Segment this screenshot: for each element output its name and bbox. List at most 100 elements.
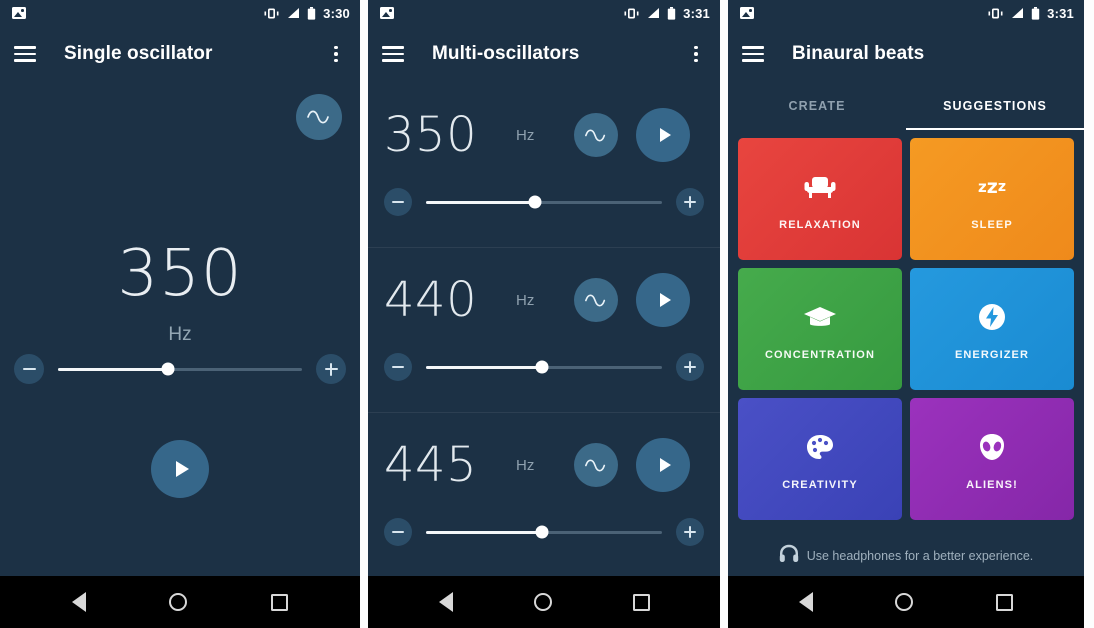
hamburger-icon[interactable] — [382, 46, 404, 62]
play-triangle — [659, 128, 671, 142]
slider-thumb[interactable] — [161, 362, 175, 376]
recents-square-icon[interactable] — [271, 593, 289, 611]
play-icon[interactable] — [151, 440, 209, 498]
card-energizer[interactable]: ENERGIZER — [910, 268, 1074, 390]
armchair-icon — [803, 167, 837, 207]
recents-square-icon[interactable] — [632, 593, 650, 611]
tab-suggestions[interactable]: SUGGESTIONS — [906, 82, 1084, 130]
frequency-unit: Hz — [516, 456, 535, 474]
hamburger-icon[interactable] — [14, 46, 36, 62]
frequency-value: 350 — [117, 237, 243, 311]
lightning-bolt-icon — [977, 297, 1007, 337]
plus-icon[interactable] — [676, 518, 704, 546]
frequency-slider[interactable] — [426, 360, 662, 374]
oscillator-row: 350 Hz — [368, 82, 720, 247]
zzz-icon: zzz — [978, 176, 1006, 198]
status-bar: 3:31 — [368, 0, 720, 26]
minus-icon[interactable] — [384, 353, 412, 381]
panel-divider — [720, 0, 728, 628]
battery-icon — [667, 6, 676, 20]
palette-icon — [805, 427, 835, 467]
slider-thumb[interactable] — [535, 360, 549, 374]
home-circle-icon[interactable] — [895, 593, 914, 611]
android-nav-bar — [728, 576, 1084, 628]
slider-fill — [426, 200, 535, 204]
status-bar-clock: 3:30 — [323, 5, 350, 21]
minus-icon[interactable] — [384, 518, 412, 546]
photo-icon — [380, 7, 394, 19]
frequency-display: 350 Hz — [0, 242, 360, 346]
status-bar-clock: 3:31 — [1047, 5, 1074, 21]
suggestions-panel: RELAXATION zzz SLEEP CONCENTRATION ENERG… — [728, 130, 1084, 580]
kebab-icon[interactable] — [326, 45, 346, 63]
page-title: Multi-oscillators — [432, 43, 580, 64]
frequency-slider[interactable] — [426, 195, 662, 209]
slider-fill — [58, 367, 168, 371]
slider-thumb[interactable] — [528, 195, 542, 209]
card-label: SLEEP — [971, 219, 1013, 231]
card-label: ALIENS! — [966, 479, 1018, 491]
status-bar-left — [12, 7, 26, 19]
frequency-unit: Hz — [168, 324, 192, 345]
recents-square-icon[interactable] — [995, 593, 1013, 611]
android-nav-bar — [0, 576, 360, 628]
headphones-hint: Use headphones for a better experience. — [738, 544, 1074, 580]
card-concentration[interactable]: CONCENTRATION — [738, 268, 902, 390]
back-triangle-icon[interactable] — [438, 592, 453, 612]
graduation-cap-icon — [803, 297, 837, 337]
play-icon[interactable] — [636, 438, 690, 492]
status-bar-right: 3:30 — [264, 6, 350, 21]
slider-thumb[interactable] — [535, 525, 549, 539]
home-circle-icon[interactable] — [533, 593, 552, 611]
card-aliens[interactable]: ALIENS! — [910, 398, 1074, 520]
card-creativity[interactable]: CREATIVITY — [738, 398, 902, 520]
tab-create[interactable]: CREATE — [728, 82, 906, 130]
card-relaxation[interactable]: RELAXATION — [738, 138, 902, 260]
minus-icon[interactable] — [14, 354, 44, 384]
card-label: ENERGIZER — [954, 349, 1030, 361]
vibrate-icon — [264, 8, 279, 18]
status-bar-clock: 3:31 — [683, 5, 710, 21]
signal-icon — [288, 8, 300, 18]
slider-fill — [426, 530, 542, 534]
plus-icon[interactable] — [316, 354, 346, 384]
screenshot-triptych: 3:30 Single oscillator 350 Hz 3:31 Multi… — [0, 0, 1094, 628]
screen-binaural-beats: 3:31 Binaural beats CREATE SUGGESTIONS R… — [728, 0, 1084, 628]
back-triangle-icon[interactable] — [799, 592, 814, 612]
home-circle-icon[interactable] — [169, 593, 188, 611]
frequency-slider-row — [0, 354, 360, 384]
frequency-slider[interactable] — [426, 525, 662, 539]
minus-icon[interactable] — [384, 188, 412, 216]
frequency-slider-row — [384, 188, 704, 216]
card-label: CREATIVITY — [782, 479, 858, 491]
frequency-slider-row — [384, 518, 704, 546]
kebab-icon[interactable] — [686, 45, 706, 63]
sine-wave-icon[interactable] — [574, 278, 618, 322]
card-label: CONCENTRATION — [764, 349, 876, 361]
frequency-unit: Hz — [516, 126, 535, 144]
page-title: Binaural beats — [792, 43, 925, 64]
card-label: RELAXATION — [779, 219, 861, 231]
back-triangle-icon[interactable] — [71, 592, 86, 612]
app-bar: Single oscillator — [0, 26, 360, 82]
play-icon[interactable] — [636, 108, 690, 162]
sine-wave-icon[interactable] — [574, 443, 618, 487]
panel-divider — [360, 0, 368, 628]
status-bar: 3:31 — [728, 0, 1084, 26]
sine-wave-icon[interactable] — [574, 113, 618, 157]
plus-icon[interactable] — [676, 353, 704, 381]
hamburger-icon[interactable] — [742, 46, 764, 62]
frequency-unit: Hz — [516, 291, 535, 309]
headphones-icon — [779, 544, 799, 568]
slider-fill — [426, 365, 542, 369]
vibrate-icon — [988, 8, 1003, 18]
battery-icon — [1031, 6, 1040, 20]
sine-wave-icon[interactable] — [296, 94, 342, 140]
card-sleep[interactable]: zzz SLEEP — [910, 138, 1074, 260]
status-bar: 3:30 — [0, 0, 360, 26]
screen-single-oscillator: 3:30 Single oscillator 350 Hz — [0, 0, 360, 628]
plus-icon[interactable] — [676, 188, 704, 216]
play-icon[interactable] — [636, 273, 690, 327]
frequency-slider[interactable] — [58, 362, 302, 376]
play-triangle — [659, 458, 671, 472]
